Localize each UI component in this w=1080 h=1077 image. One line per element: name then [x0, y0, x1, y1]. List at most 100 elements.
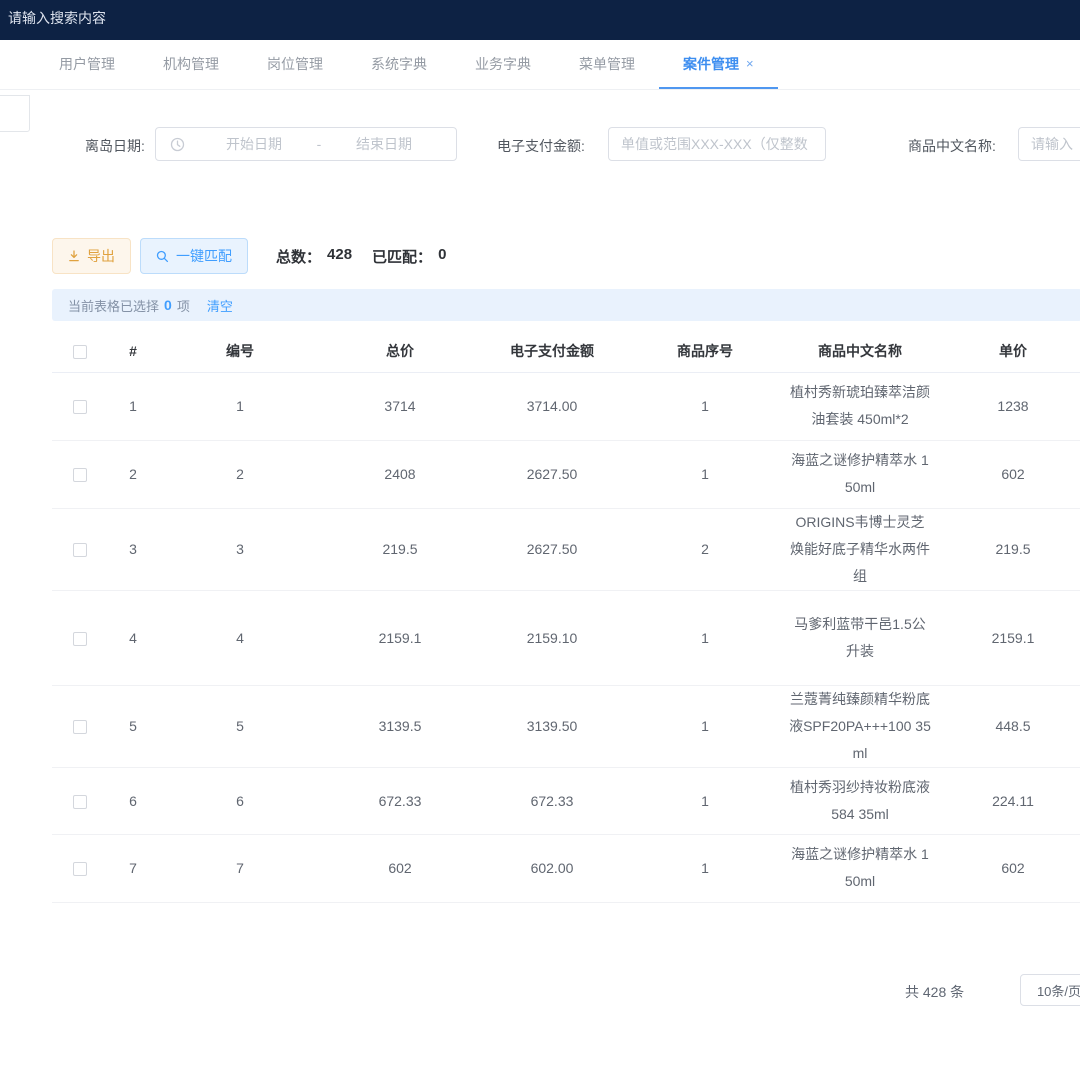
col-header-epay: 电子支付金额: [478, 330, 626, 372]
cell-unit-price: 479.44: [936, 902, 1080, 905]
row-checkbox[interactable]: [73, 400, 87, 414]
clear-selection-link[interactable]: 清空: [207, 296, 233, 315]
cell-total-price: 219.5: [322, 508, 478, 590]
col-header-unit-price: 单价: [936, 330, 1080, 372]
cell-total-price: 672.33: [322, 767, 478, 834]
cell-unit-price: 602: [936, 440, 1080, 508]
cell-product-name: 海蓝之谜修护精萃水 150ml: [784, 440, 936, 508]
table-row[interactable]: 8 8 1934.47 1934.47 1 卡诗菁纯亮泽经典香氛 479.44: [52, 902, 1080, 905]
global-search-placeholder[interactable]: 请输入搜索内容: [8, 10, 106, 26]
cell-total-price: 2159.1: [322, 590, 478, 685]
row-checkbox[interactable]: [73, 862, 87, 876]
top-search-bar[interactable]: 请输入搜索内容: [0, 0, 1080, 40]
case-table: # 编号 总价 电子支付金额 商品序号 商品中文名称 单价 1 1 3714 3…: [52, 330, 1080, 905]
search-icon: [156, 250, 169, 263]
cell-total-price: 2408: [322, 440, 478, 508]
table-header-row: # 编号 总价 电子支付金额 商品序号 商品中文名称 单价: [52, 330, 1080, 372]
clock-icon: [170, 137, 185, 152]
product-name-input[interactable]: [1018, 127, 1080, 161]
cell-unit-price: 1238: [936, 372, 1080, 440]
cell-index: 2: [108, 440, 158, 508]
col-header-seq: 商品序号: [626, 330, 784, 372]
table-row[interactable]: 2 2 2408 2627.50 1 海蓝之谜修护精萃水 150ml 602: [52, 440, 1080, 508]
amount-filter-label: 电子支付金额:: [497, 136, 585, 156]
cell-product-seq: 1: [626, 767, 784, 834]
end-date-placeholder[interactable]: 结束日期: [329, 134, 439, 154]
export-button[interactable]: 导出: [52, 238, 131, 274]
table-row[interactable]: 6 6 672.33 672.33 1 植村秀羽纱持妆粉底液 584 35ml …: [52, 767, 1080, 834]
cell-index: 5: [108, 685, 158, 767]
cell-code: 6: [158, 767, 322, 834]
cell-epay-amount: 602.00: [478, 834, 626, 902]
select-all-cell: [52, 330, 108, 372]
selection-info-bar: 当前表格已选择 0 项 清空: [52, 289, 1080, 321]
select-all-checkbox[interactable]: [73, 345, 87, 359]
cell-product-name: 植村秀羽纱持妆粉底液 584 35ml: [784, 767, 936, 834]
cell-index: 6: [108, 767, 158, 834]
cell-product-name: 海蓝之谜修护精萃水 150ml: [784, 834, 936, 902]
cell-total-price: 602: [322, 834, 478, 902]
table-row[interactable]: 3 3 219.5 2627.50 2 ORIGINS韦博士灵芝焕能好底子精华水…: [52, 508, 1080, 590]
matched-count-label: 已匹配：: [372, 246, 432, 267]
cell-product-seq: 1: [626, 440, 784, 508]
table-row[interactable]: 1 1 3714 3714.00 1 植村秀新琥珀臻萃洁颜油套装 450ml*2…: [52, 372, 1080, 440]
amount-input[interactable]: [608, 127, 826, 161]
cell-code: 7: [158, 834, 322, 902]
cell-product-seq: 1: [626, 902, 784, 905]
cell-epay-amount: 2627.50: [478, 440, 626, 508]
tab-item[interactable]: 菜单管理 ×: [555, 40, 659, 89]
total-count-value: 428: [327, 246, 352, 267]
tab-strip: 用户管理 × 机构管理 × 岗位管理 × 系统字典 × 业务字典 × 菜单管理 …: [0, 40, 1080, 90]
cell-index: 8: [108, 902, 158, 905]
row-checkbox[interactable]: [73, 795, 87, 809]
row-checkbox[interactable]: [73, 720, 87, 734]
tab-item[interactable]: 业务字典 ×: [451, 40, 555, 89]
tab-item[interactable]: 案件管理 ×: [659, 40, 778, 89]
cell-unit-price: 219.5: [936, 508, 1080, 590]
cell-product-seq: 1: [626, 685, 784, 767]
download-icon: [68, 250, 80, 262]
tab-item[interactable]: 系统字典 ×: [347, 40, 451, 89]
cell-product-seq: 1: [626, 590, 784, 685]
table-row[interactable]: 5 5 3139.5 3139.50 1 兰蔻菁纯臻颜精华粉底液SPF20PA+…: [52, 685, 1080, 767]
cell-product-name: 兰蔻菁纯臻颜精华粉底液SPF20PA+++100 35ml: [784, 685, 936, 767]
row-checkbox[interactable]: [73, 632, 87, 646]
row-checkbox[interactable]: [73, 468, 87, 482]
cell-epay-amount: 2159.10: [478, 590, 626, 685]
cell-index: 4: [108, 590, 158, 685]
start-date-placeholder[interactable]: 开始日期: [199, 134, 309, 154]
cell-epay-amount: 3714.00: [478, 372, 626, 440]
date-filter-label: 离岛日期:: [85, 136, 145, 156]
cell-code: 5: [158, 685, 322, 767]
selection-suffix: 项: [177, 296, 190, 315]
product-name-filter-label: 商品中文名称:: [908, 136, 996, 156]
table-row[interactable]: 4 4 2159.1 2159.10 1 马爹利蓝带干邑1.5公升装 2159.…: [52, 590, 1080, 685]
col-header-total: 总价: [322, 330, 478, 372]
cell-code: 4: [158, 590, 322, 685]
cell-code: 1: [158, 372, 322, 440]
date-range-picker[interactable]: 开始日期 - 结束日期: [155, 127, 457, 161]
one-click-match-button[interactable]: 一键匹配: [140, 238, 248, 274]
cell-epay-amount: 3139.50: [478, 685, 626, 767]
table-row[interactable]: 7 7 602 602.00 1 海蓝之谜修护精萃水 150ml 602: [52, 834, 1080, 902]
col-header-code: 编号: [158, 330, 322, 372]
selection-count: 0: [164, 297, 172, 313]
close-tab-icon[interactable]: ×: [746, 56, 754, 71]
cell-code: 3: [158, 508, 322, 590]
tab-item[interactable]: 用户管理 ×: [35, 40, 139, 89]
total-count-label: 总数：: [276, 246, 321, 267]
pagination-total: 共 428 条: [905, 982, 964, 1002]
cell-product-name: 卡诗菁纯亮泽经典香氛: [784, 902, 936, 905]
tab-item[interactable]: 机构管理 ×: [139, 40, 243, 89]
page-size-select[interactable]: 10条/页: [1020, 974, 1080, 1006]
row-checkbox[interactable]: [73, 543, 87, 557]
matched-count-value: 0: [438, 246, 446, 267]
cell-total-price: 1934.47: [322, 902, 478, 905]
cell-index: 3: [108, 508, 158, 590]
tab-item[interactable]: 岗位管理 ×: [243, 40, 347, 89]
toolbar: 导出 一键匹配 总数： 428 已匹配： 0: [52, 238, 446, 274]
cell-epay-amount: 1934.47: [478, 902, 626, 905]
cell-total-price: 3714: [322, 372, 478, 440]
cell-product-seq: 1: [626, 834, 784, 902]
cell-product-name: 植村秀新琥珀臻萃洁颜油套装 450ml*2: [784, 372, 936, 440]
